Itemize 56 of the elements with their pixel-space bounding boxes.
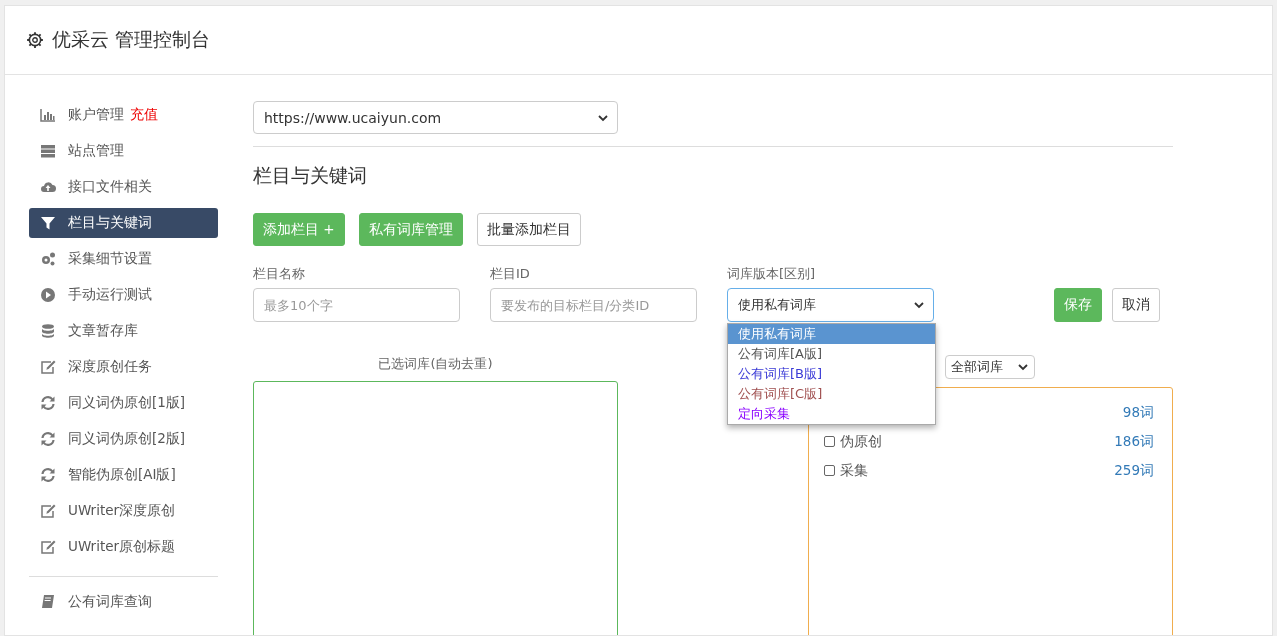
sidebar-item[interactable]: 接口文件相关 <box>29 172 218 202</box>
bar-chart-icon <box>40 107 56 123</box>
sidebar-item[interactable]: 栏目与关键词 <box>29 208 218 238</box>
edit-icon <box>40 539 56 555</box>
dropdown-option[interactable]: 公有词库[B版] <box>728 364 935 384</box>
refresh-icon <box>40 395 56 411</box>
word-count: 98词 <box>1122 403 1154 422</box>
selected-libraries-label: 已选词库(自动去重) <box>378 355 493 373</box>
sidebar-item[interactable]: 采集细节设置 <box>29 244 218 274</box>
sidebar-item[interactable]: UWriter原创标题 <box>29 532 218 562</box>
checkbox[interactable] <box>824 436 835 447</box>
library-name: 采集 <box>840 461 868 480</box>
book-icon <box>40 594 56 610</box>
word-count: 186词 <box>1114 432 1154 451</box>
dropdown-option[interactable]: 公有词库[A版] <box>728 344 935 364</box>
field-label: 栏目名称 <box>253 265 306 283</box>
chevron-down-icon <box>1017 361 1029 373</box>
server-icon <box>40 143 56 159</box>
word-count: 259词 <box>1114 461 1154 480</box>
dropdown-option[interactable]: 公有词库[C版] <box>728 384 935 404</box>
section-title: 栏目与关键词 <box>253 163 368 188</box>
cloud-upload-icon <box>40 179 56 195</box>
sidebar-item[interactable]: 账户管理 充值 <box>29 100 218 130</box>
sidebar-item[interactable]: 公有词库查询 <box>29 587 218 617</box>
field-label: 词库版本[区别] <box>727 265 817 283</box>
sidebar-item[interactable]: 同义词伪原创[2版] <box>29 424 218 454</box>
library-select[interactable]: 使用私有词库 <box>727 288 934 322</box>
field-label: 栏目ID <box>490 265 531 283</box>
app-title: 优采云 管理控制台 <box>52 27 211 52</box>
sidebar-item[interactable]: 智能伪原创[AI版] <box>29 460 218 490</box>
filter-icon <box>40 215 56 231</box>
checkbox[interactable] <box>824 465 835 476</box>
column-id-field[interactable]: 要发布的目标栏目/分类ID <box>490 288 697 322</box>
play-icon <box>40 287 56 303</box>
sidebar-item[interactable]: UWriter深度原创 <box>29 496 218 526</box>
sidebar-item[interactable]: 文章暂存库 <box>29 316 218 346</box>
sidebar-item[interactable]: 同义词伪原创[1版] <box>29 388 218 418</box>
gears-icon <box>40 251 56 267</box>
recharge-link[interactable]: 充值 <box>130 106 158 124</box>
chevron-down-icon <box>913 299 925 311</box>
refresh-icon <box>40 431 56 447</box>
settings-icon <box>26 31 44 49</box>
edit-icon <box>40 359 56 375</box>
sidebar-item[interactable]: 站点管理 <box>29 136 218 166</box>
database-icon <box>40 323 56 339</box>
cancel-button[interactable]: 取消 <box>1112 288 1160 322</box>
dropdown-option[interactable]: 定向采集 <box>728 404 935 424</box>
site-select[interactable]: https://www.ucaiyun.com <box>253 101 618 134</box>
refresh-icon <box>40 467 56 483</box>
edit-icon <box>40 503 56 519</box>
library-filter-select[interactable]: 全部词库 <box>945 355 1035 379</box>
sidebar-item[interactable]: 深度原创任务 <box>29 352 218 382</box>
sidebar-item[interactable]: 手动运行测试 <box>29 280 218 310</box>
action-button[interactable]: 批量添加栏目 <box>476 213 581 246</box>
column-name-field[interactable]: 最多10个字 <box>253 288 460 322</box>
library-name: 伪原创 <box>840 432 882 451</box>
